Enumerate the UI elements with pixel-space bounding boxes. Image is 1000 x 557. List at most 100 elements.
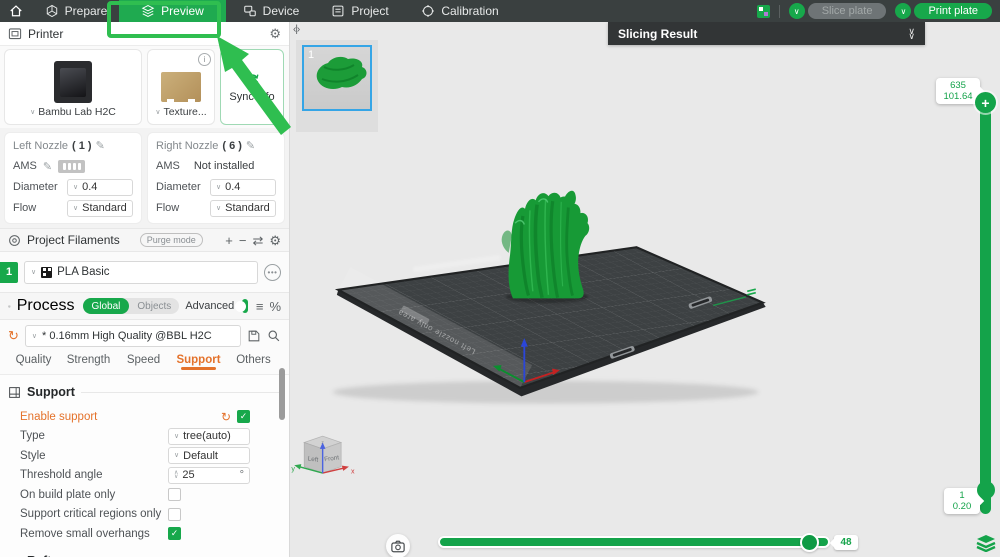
bambu-logo-icon <box>41 267 52 278</box>
left-nozzle-title: Left Nozzle <box>13 140 68 152</box>
left-flow-select[interactable]: ∨Standard <box>67 200 133 217</box>
viewport-3d: Left nozzle only area <box>290 22 1000 557</box>
enable-support-reset-icon[interactable]: ↻ <box>221 410 231 424</box>
advanced-toggle[interactable] <box>242 299 248 313</box>
scope-global-button[interactable]: Global <box>83 298 130 314</box>
ams-units-image[interactable] <box>58 160 85 173</box>
tab-project[interactable]: Project <box>316 0 404 22</box>
tab-label: Prepare <box>65 4 108 18</box>
critical-regions-label: Support critical regions only <box>20 508 161 520</box>
search-icon[interactable] <box>267 329 281 343</box>
slice-plate-split-button: ∨ Slice plate <box>789 3 887 19</box>
tab-label: Project <box>351 4 388 18</box>
support-icon <box>8 386 21 399</box>
remove-overhangs-checkbox[interactable]: ✓ <box>168 527 181 540</box>
layer-slider-bottom-handle[interactable] <box>977 481 995 499</box>
scope-segmented-control: Global Objects <box>83 298 180 314</box>
left-diameter-select[interactable]: ∨0.4 <box>67 179 133 196</box>
purge-mode-button[interactable]: Purge mode <box>140 233 203 247</box>
process-preset-select[interactable]: ∨ * 0.16mm High Quality @BBL H2C <box>25 325 241 347</box>
support-type-select[interactable]: ∨tree(auto) <box>168 428 250 445</box>
reset-preset-icon[interactable]: ↻ <box>8 328 19 344</box>
right-diameter-select[interactable]: ∨0.4 <box>210 179 276 196</box>
double-chevron-down-icon[interactable]: ∨∨ <box>908 29 915 39</box>
chevron-down-icon: ∨ <box>155 109 160 116</box>
tab-speed[interactable]: Speed <box>116 352 171 366</box>
chevron-down-icon: ∨ <box>73 205 78 212</box>
snapshot-button[interactable] <box>386 534 410 557</box>
tab-others[interactable]: Others <box>226 352 281 366</box>
critical-regions-checkbox[interactable] <box>168 508 181 521</box>
print-dropdown-button[interactable]: ∨ <box>895 3 911 19</box>
style-label: Style <box>20 450 46 462</box>
tab-prepare[interactable]: Prepare <box>33 0 119 22</box>
sync-icon <box>244 72 260 88</box>
filament-more-button[interactable]: ••• <box>264 264 281 281</box>
info-icon[interactable]: i <box>198 53 211 66</box>
print-plate-button[interactable]: Print plate <box>914 3 992 19</box>
edit-icon[interactable]: ✎ <box>43 160 52 173</box>
build-plate-only-checkbox[interactable] <box>168 488 181 501</box>
ams-sync-icon[interactable]: ⇄ <box>252 234 263 247</box>
camera-icon <box>391 540 405 553</box>
layer-slider-bottom-tooltip: 1 0.20 <box>944 488 980 514</box>
add-filament-button[interactable]: + <box>225 234 233 247</box>
slice-plate-button[interactable]: Slice plate <box>808 3 887 19</box>
home-button[interactable] <box>0 0 33 22</box>
tab-label: Calibration <box>441 4 498 18</box>
tab-strength[interactable]: Strength <box>61 352 116 366</box>
speed-slider-handle[interactable] <box>800 533 819 552</box>
tab-device[interactable]: Device <box>226 0 316 22</box>
preview-icon <box>141 4 155 18</box>
speed-slider-value: 48 <box>834 535 858 550</box>
plate-thumbnail-1[interactable]: 1 <box>302 45 372 111</box>
tab-calibration[interactable]: Calibration <box>404 0 516 22</box>
speed-slider-track[interactable] <box>438 536 830 548</box>
remove-filament-button[interactable]: − <box>239 234 247 247</box>
slicing-result-bar[interactable]: Slicing Result ∨∨ <box>608 22 925 45</box>
save-preset-icon[interactable] <box>247 329 261 343</box>
enable-support-checkbox[interactable]: ✓ <box>237 410 250 423</box>
chevron-down-icon: ∨ <box>32 333 37 340</box>
filament-slot-badge: 1 <box>0 262 18 283</box>
model-tree[interactable] <box>502 191 590 299</box>
layer-slider-track[interactable] <box>980 100 991 514</box>
diameter-label: Diameter <box>156 181 201 193</box>
support-style-select[interactable]: ∨Default <box>168 447 250 464</box>
printer-settings-gear-icon[interactable]: ⚙ <box>269 27 281 40</box>
filament-settings-gear-icon[interactable]: ⚙ <box>269 234 281 247</box>
printer-title: Printer <box>28 27 63 41</box>
edit-icon[interactable]: ✎ <box>246 139 255 152</box>
panel-scrollbar[interactable] <box>279 368 285 420</box>
left-nozzle-count: ( 1 ) <box>72 140 92 152</box>
support-settings: Support Enable support ↻ ✓ Type ∨tree(au… <box>0 375 289 557</box>
edit-icon[interactable]: ✎ <box>96 139 105 152</box>
type-label: Type <box>20 430 45 442</box>
build-plate-select-card[interactable]: i ∨ Texture... <box>147 49 215 125</box>
plate-settings-icon[interactable] <box>757 5 770 18</box>
scope-objects-button[interactable]: Objects <box>129 301 179 312</box>
critical-regions-row: Support critical regions only <box>0 505 289 525</box>
right-flow-select[interactable]: ∨Standard <box>210 200 276 217</box>
printer-select-card[interactable]: ∨ Bambu Lab H2C <box>4 49 142 125</box>
filament-select[interactable]: ∨ PLA Basic <box>24 261 258 284</box>
right-nozzle-card: Right Nozzle ( 6 ) ✎ AMS Not installed D… <box>147 132 285 224</box>
threshold-angle-spinner[interactable]: ∧∨ 25 ° <box>168 467 250 484</box>
scene-3d: Left nozzle only area <box>290 22 1000 557</box>
plate-number: 1 <box>308 49 314 61</box>
spinner-arrows-icon[interactable]: ∧∨ <box>174 471 178 479</box>
nav-cube[interactable]: z Left Front y x <box>291 436 355 476</box>
tab-quality[interactable]: Quality <box>6 352 61 366</box>
tab-preview[interactable]: Preview <box>119 0 226 22</box>
slice-dropdown-button[interactable]: ∨ <box>789 3 805 19</box>
sync-info-button[interactable]: Sync info <box>220 49 284 125</box>
collapse-panel-button[interactable]: ‹|› <box>293 24 299 35</box>
compare-presets-icon[interactable]: % <box>269 300 281 313</box>
enable-support-row: Enable support ↻ ✓ <box>0 407 289 427</box>
tab-support[interactable]: Support <box>171 352 226 366</box>
layers-view-icon[interactable] <box>976 534 996 552</box>
plate-thumbnail-strip: 1 <box>296 40 378 132</box>
filament-icon <box>8 234 21 247</box>
layer-slider-top-handle[interactable]: + <box>975 92 996 113</box>
parameter-list-icon[interactable]: ≡ <box>256 300 264 313</box>
